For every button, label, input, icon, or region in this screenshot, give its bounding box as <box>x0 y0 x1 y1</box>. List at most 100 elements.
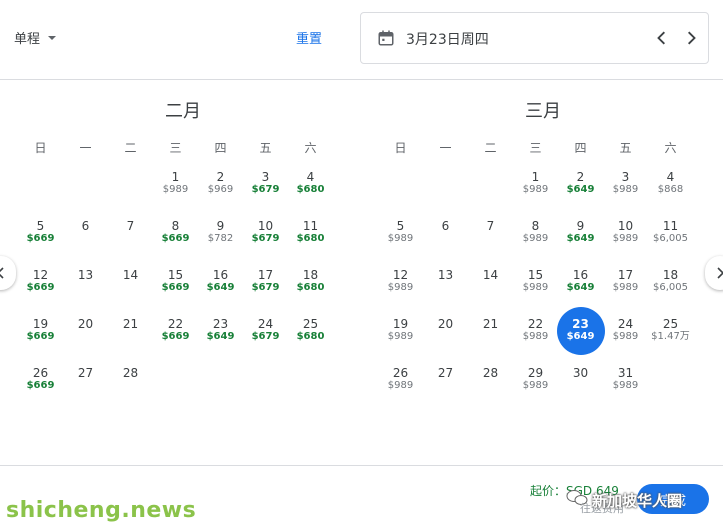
day-number: 28 <box>482 366 499 380</box>
calendar-day[interactable]: 6 <box>423 219 468 268</box>
calendar-day[interactable]: 25 $1.47万 <box>648 317 693 366</box>
calendar-day[interactable]: 23 $649 <box>556 307 605 366</box>
prev-month-button[interactable] <box>0 256 16 290</box>
day-number: 9 <box>216 219 225 233</box>
calendar-day[interactable]: 8 $989 <box>513 219 558 268</box>
prev-date-button[interactable] <box>649 25 675 51</box>
calendar-day[interactable]: 3 $989 <box>603 170 648 219</box>
header: 单程 重置 3月23日周四 <box>0 0 723 80</box>
day-price: $669 <box>161 282 190 293</box>
calendar-day[interactable]: 10 $989 <box>603 219 648 268</box>
calendar-day[interactable]: 27 <box>423 366 468 415</box>
calendar-day[interactable]: 22 $989 <box>513 317 558 366</box>
calendar-day[interactable]: 12 $989 <box>378 268 423 317</box>
calendar-day[interactable]: 25 $680 <box>288 317 333 366</box>
calendar-day[interactable]: 13 <box>423 268 468 317</box>
calendar-day[interactable]: 5 $989 <box>378 219 423 268</box>
calendar-day[interactable]: 4 $868 <box>648 170 693 219</box>
day-number: 20 <box>77 317 94 331</box>
calendar-day[interactable]: 21 <box>108 317 153 366</box>
day-grid: 1 $989 2 $649 3 $989 4 $868 5 $989 6 7 8 $989 9 $649 10 $… <box>378 170 708 415</box>
day-price: $679 <box>251 282 280 293</box>
calendar-day[interactable]: 18 $6,005 <box>648 268 693 317</box>
calendar-day[interactable]: 20 <box>423 317 468 366</box>
watermark-text: 新加坡华人圈 <box>592 492 683 510</box>
calendar-day[interactable]: 5 $669 <box>18 219 63 268</box>
day-price: $649 <box>566 282 595 293</box>
calendar-day[interactable]: 9 $649 <box>558 219 603 268</box>
calendar-day[interactable]: 7 <box>468 219 513 268</box>
trip-type-label: 单程 <box>14 32 41 47</box>
day-number: 16 <box>212 268 229 282</box>
weekday-header: 日一二三四五六 <box>378 140 708 156</box>
calendar-day[interactable]: 1 $989 <box>513 170 558 219</box>
calendar-day[interactable]: 31 $989 <box>603 366 648 415</box>
day-grid: 1 $989 2 $969 3 $679 4 $680 5 $669 6 7 8 $669 9 $782 10 $… <box>18 170 348 415</box>
calendar-day[interactable]: 10 $679 <box>243 219 288 268</box>
calendar-day[interactable]: 28 <box>108 366 153 415</box>
date-field[interactable]: 3月23日周四 <box>360 12 709 64</box>
calendar-day[interactable]: 11 $680 <box>288 219 333 268</box>
calendar-day[interactable]: 17 $989 <box>603 268 648 317</box>
next-date-button[interactable] <box>678 25 704 51</box>
calendar-day[interactable]: 24 $679 <box>243 317 288 366</box>
calendar-day[interactable]: 13 <box>63 268 108 317</box>
calendar-day[interactable]: 21 <box>468 317 513 366</box>
day-price: $669 <box>26 331 55 342</box>
calendar-day[interactable]: 15 $669 <box>153 268 198 317</box>
trip-type-dropdown[interactable]: 单程 <box>14 28 57 47</box>
day-number: 24 <box>257 317 274 331</box>
calendar-day[interactable]: 9 $782 <box>198 219 243 268</box>
day-price: $649 <box>566 184 595 195</box>
day-price: $680 <box>296 282 325 293</box>
month-february: 二月 日一二三四五六 1 $989 2 $969 3 $679 4 $680 5 $669 6 7 8 $… <box>18 98 348 415</box>
day-number: 23 <box>212 317 229 331</box>
calendar-day[interactable]: 16 $649 <box>198 268 243 317</box>
calendar-day[interactable]: 30 <box>558 366 603 415</box>
calendar-day[interactable]: 14 <box>108 268 153 317</box>
day-number: 17 <box>617 268 634 282</box>
calendar-day[interactable]: 14 <box>468 268 513 317</box>
calendar-day[interactable]: 29 $989 <box>513 366 558 415</box>
calendar-day[interactable]: 12 $669 <box>18 268 63 317</box>
reset-button[interactable]: 重置 <box>296 28 322 47</box>
calendar-day[interactable]: 11 $6,005 <box>648 219 693 268</box>
day-number: 15 <box>527 268 544 282</box>
day-number: 27 <box>77 366 94 380</box>
calendar-day[interactable]: 23 $649 <box>198 317 243 366</box>
day-price: $679 <box>251 184 280 195</box>
calendar-day[interactable]: 27 <box>63 366 108 415</box>
day-price: $649 <box>566 233 595 244</box>
day-number: 18 <box>302 268 319 282</box>
day-number: 31 <box>617 366 634 380</box>
weekday-label: 一 <box>79 141 92 155</box>
calendar-day[interactable]: 20 <box>63 317 108 366</box>
calendar-day[interactable]: 26 $989 <box>378 366 423 415</box>
calendar-day[interactable]: 28 <box>468 366 513 415</box>
selected-date: 3月23日周四 <box>406 32 489 48</box>
calendar-day[interactable]: 8 $669 <box>153 219 198 268</box>
calendar-day[interactable]: 4 $680 <box>288 170 333 219</box>
calendar-day[interactable]: 2 $969 <box>198 170 243 219</box>
empty-cell <box>468 170 513 219</box>
weekday-label: 六 <box>664 141 677 155</box>
empty-cell <box>423 170 468 219</box>
day-price: $989 <box>162 184 189 195</box>
day-number: 22 <box>527 317 544 331</box>
calendar-day[interactable]: 24 $989 <box>603 317 648 366</box>
calendar-day[interactable]: 18 $680 <box>288 268 333 317</box>
calendar-day[interactable]: 1 $989 <box>153 170 198 219</box>
calendar-day[interactable]: 22 $669 <box>153 317 198 366</box>
day-number: 13 <box>77 268 94 282</box>
calendar-day[interactable]: 3 $679 <box>243 170 288 219</box>
calendar-day[interactable]: 19 $989 <box>378 317 423 366</box>
calendar-day[interactable]: 26 $669 <box>18 366 63 415</box>
day-number: 22 <box>167 317 184 331</box>
calendar-day[interactable]: 6 <box>63 219 108 268</box>
calendar-day[interactable]: 15 $989 <box>513 268 558 317</box>
calendar-day[interactable]: 7 <box>108 219 153 268</box>
calendar-day[interactable]: 17 $679 <box>243 268 288 317</box>
day-number: 12 <box>392 268 409 282</box>
calendar-day[interactable]: 19 $669 <box>18 317 63 366</box>
calendar-day[interactable]: 2 $649 <box>558 170 603 219</box>
